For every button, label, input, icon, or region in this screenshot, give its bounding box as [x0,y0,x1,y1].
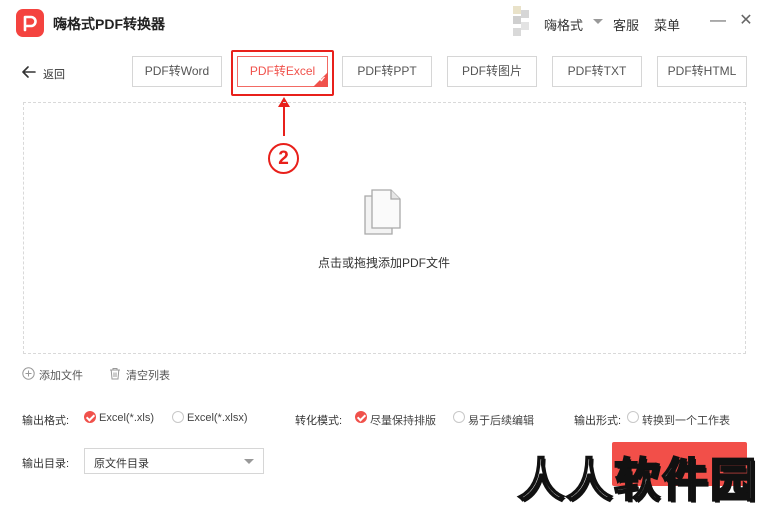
output-dir-select[interactable]: 原文件目录 [84,448,264,474]
format-xlsx-label[interactable]: Excel(*.xlsx) [187,412,248,424]
output-format-label: 输出格式: [22,415,70,427]
radio-mode-easy-edit[interactable] [453,411,465,423]
chevron-down-icon[interactable] [593,19,603,24]
chevron-down-icon [244,459,254,464]
mode-keep-layout-label[interactable]: 尽量保持排版 [370,412,436,428]
tab-pdf-to-word[interactable]: PDF转Word [132,56,222,87]
drop-zone-label: 点击或拖拽添加PDF文件 [317,256,450,270]
minimize-button[interactable]: — [709,12,727,30]
user-avatar[interactable] [510,4,532,40]
radio-format-xlsx[interactable] [172,411,184,423]
back-label: 返回 [43,69,65,81]
close-button[interactable]: ✕ [737,12,755,30]
file-icon [364,189,401,235]
output-dir-value: 原文件目录 [94,458,149,470]
app-logo-icon [16,9,44,37]
tab-pdf-to-html[interactable]: PDF转HTML [657,56,747,87]
arrow-left-icon [22,66,36,78]
output-form-label: 输出形式: [574,415,622,427]
tab-pdf-to-txt[interactable]: PDF转TXT [552,56,642,87]
clear-list-label: 清空列表 [126,370,170,382]
title-bar: 嗨格式PDF转换器 嗨格式 客服 菜单 — ✕ [0,0,768,46]
user-name[interactable]: 嗨格式 [544,15,583,34]
add-file-label: 添加文件 [39,370,83,382]
trash-icon [110,368,120,380]
highlight-box [231,50,334,96]
app-title: 嗨格式PDF转换器 [53,16,165,32]
tab-pdf-to-image[interactable]: PDF转图片 [447,56,537,87]
service-link[interactable]: 客服 [613,15,639,34]
radio-mode-keep-layout[interactable] [355,411,367,423]
plus-circle-icon [22,367,35,380]
mode-easy-edit-label[interactable]: 易于后续编辑 [468,412,534,428]
watermark: 人人软件园 [517,452,758,508]
radio-form-one-sheet[interactable] [627,411,639,423]
tab-pdf-to-ppt[interactable]: PDF转PPT [342,56,432,87]
output-dir-label: 输出目录: [22,458,70,470]
form-one-sheet-label[interactable]: 转换到一个工作表 [642,412,730,428]
radio-format-xls[interactable] [84,411,96,423]
convert-mode-label: 转化模式: [295,415,343,427]
format-xls-label[interactable]: Excel(*.xls) [99,412,154,424]
menu-link[interactable]: 菜单 [654,15,680,34]
